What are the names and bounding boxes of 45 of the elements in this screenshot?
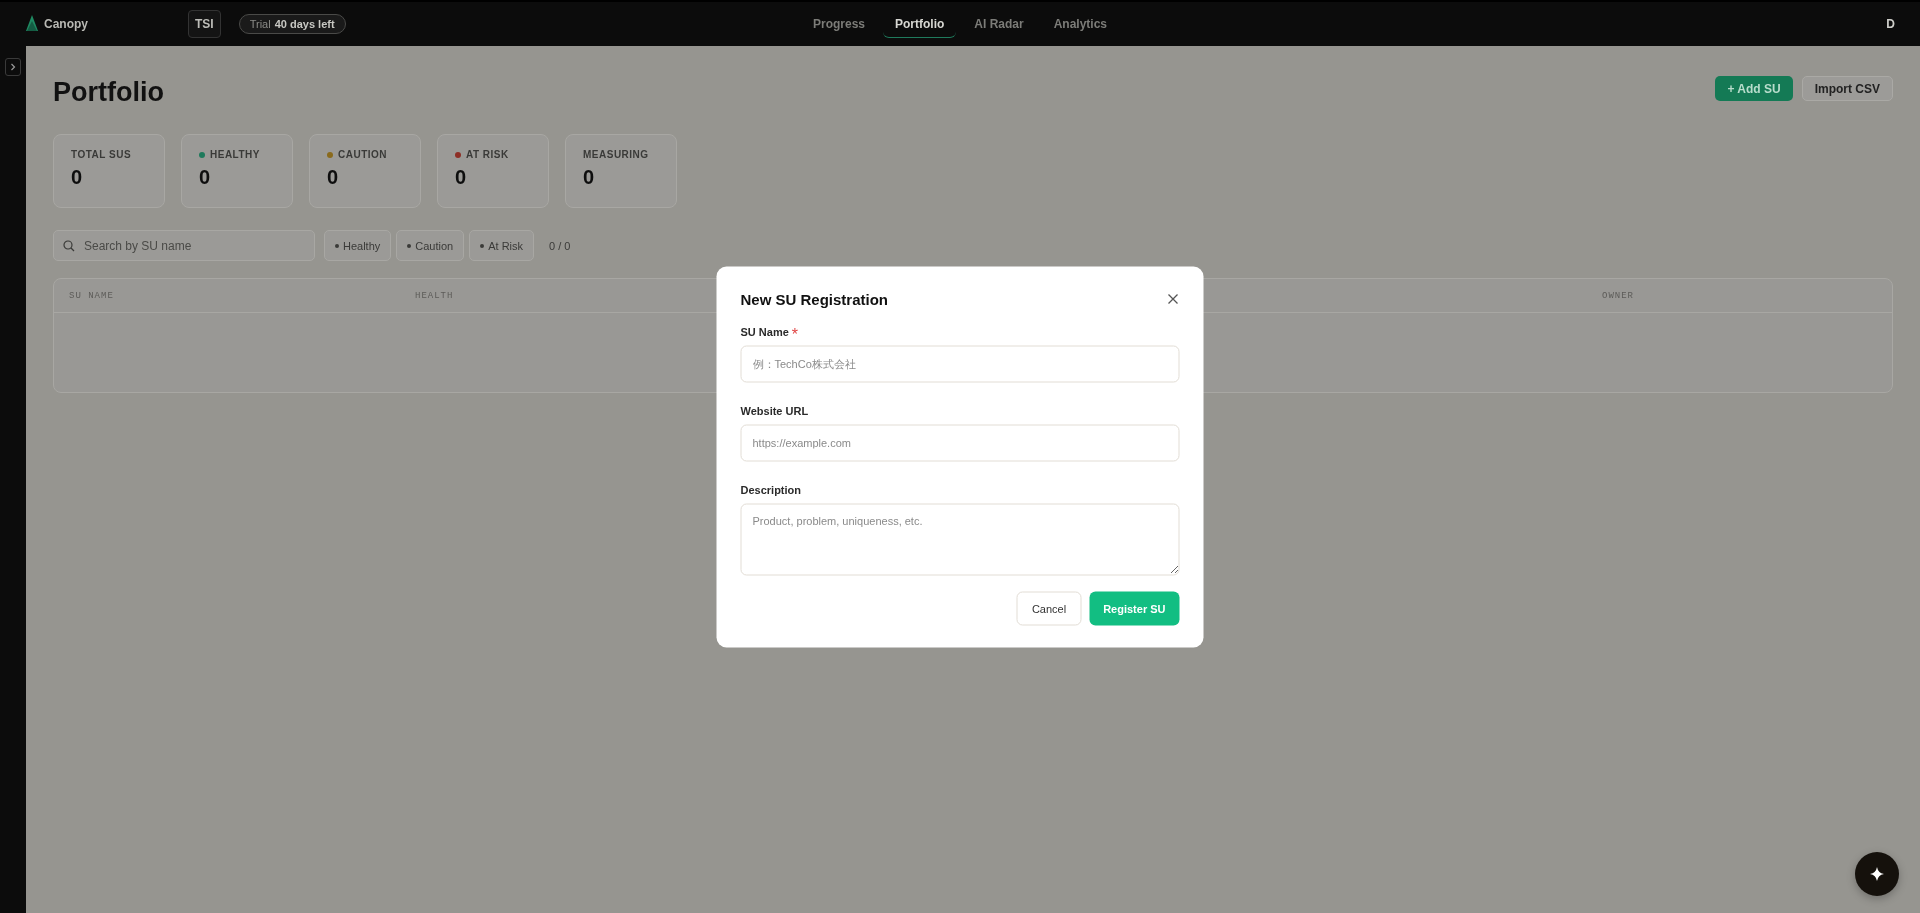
cancel-button[interactable]: Cancel [1016,591,1082,625]
required-mark: * [791,325,799,344]
stat-label: AT RISK [466,149,509,160]
input-field[interactable]: https://example.com [740,424,1180,461]
filter-chip[interactable]: At Risk [469,230,535,261]
sidebar-toggle-button[interactable] [5,58,21,76]
stat-value: 0 [327,166,340,189]
search-icon [63,240,75,252]
trial-pill: Trial 40 days left [238,14,346,34]
tree-logo-icon [25,15,39,33]
page-title: Portfolio [53,77,164,108]
dialog-title: New SU Registration [740,290,889,307]
import-button[interactable]: Import CSV [1801,76,1893,101]
submit-button[interactable]: Register SU [1089,591,1180,625]
chevron-right-icon [10,63,16,71]
field-label: Website URL [740,404,809,416]
column-header: OWNER [1602,290,1634,301]
stat-label: HEALTHY [210,149,260,160]
field-label: Description [740,483,801,495]
nav-tab[interactable]: Progress [800,10,877,38]
stat-value: 0 [199,166,212,189]
close-icon[interactable] [1165,291,1180,306]
filter-chip[interactable]: Caution [396,230,465,261]
stat-label: TOTAL SUS [71,149,132,160]
filter-chip[interactable]: Healthy [324,230,392,261]
add-button[interactable]: + Add SU [1715,76,1793,101]
assistant-button[interactable] [1855,852,1899,896]
brand-name: Canopy [44,17,88,31]
search-field[interactable]: Search by SU name [53,230,315,261]
field-label: SU Name [740,325,789,337]
stat-value: 0 [583,166,596,189]
nav-tab[interactable]: Analytics [1041,10,1120,38]
stat-label: MEASURING [583,149,649,160]
stat-value: 0 [71,166,84,189]
column-header: HEALTH [415,290,454,301]
nav-tab[interactable]: Portfolio [883,10,957,38]
stat-label: CAUTION [338,149,388,160]
workspace-badge[interactable]: TSI [188,10,221,38]
input-field[interactable]: 例：TechCo株式会社 [740,345,1180,382]
input-field[interactable]: Product, problem, uniqueness, etc. [740,503,1180,575]
user-initial[interactable]: D [1886,17,1895,31]
nav-tab[interactable]: AI Radar [962,10,1036,38]
stat-value: 0 [455,166,468,189]
result-count: 0 / 0 [549,239,571,252]
sparkle-icon [1870,867,1884,881]
